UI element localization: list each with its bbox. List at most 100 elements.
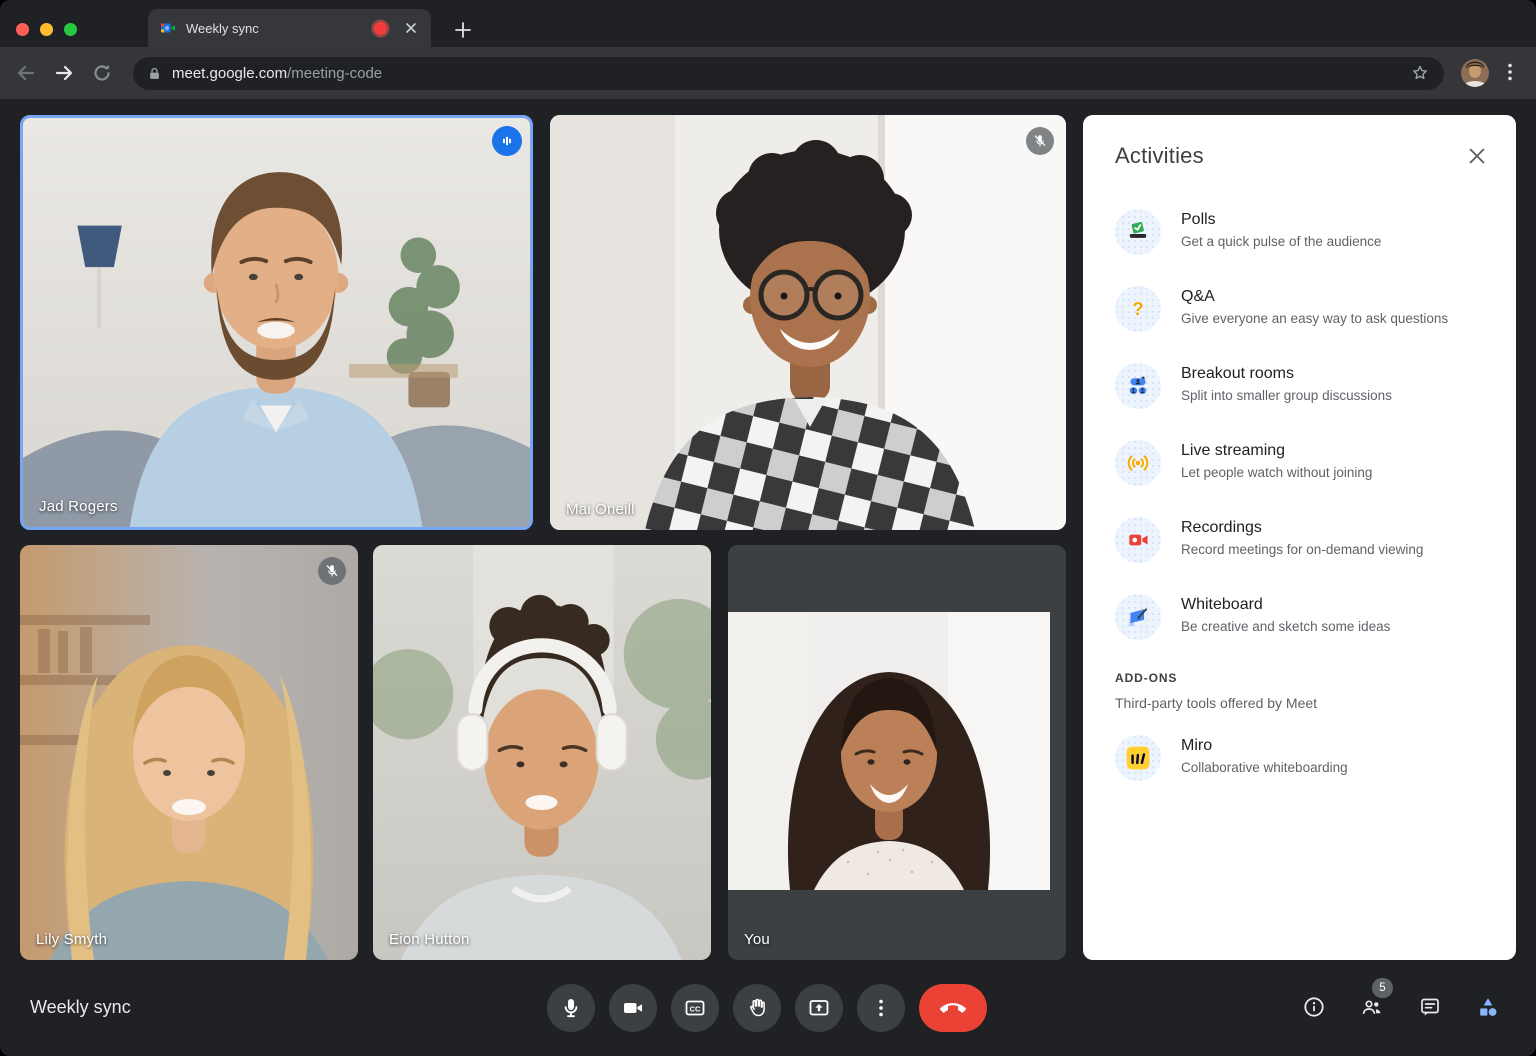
recordings-icon (1115, 517, 1161, 563)
url-text: meet.google.com/meeting-code (172, 65, 1410, 82)
svg-text:CC: CC (690, 1004, 701, 1013)
miro-icon (1115, 735, 1161, 781)
browser-menu-icon[interactable] (1498, 60, 1522, 84)
bookmark-star-icon[interactable] (1410, 63, 1430, 83)
activity-item-text: Whiteboard Be creative and sketch some i… (1181, 594, 1390, 640)
browser-tab[interactable]: Weekly sync (148, 9, 431, 47)
activity-item-polls[interactable]: Polls Get a quick pulse of the audience (1115, 209, 1488, 255)
tab-close-icon[interactable] (403, 20, 419, 36)
present-screen-icon (809, 1000, 829, 1016)
qa-icon: ? (1115, 286, 1161, 332)
polls-icon (1115, 209, 1161, 255)
back-icon[interactable] (14, 61, 38, 85)
tab-title: Weekly sync (186, 20, 259, 36)
window-close-button[interactable] (16, 23, 29, 36)
activity-item-text: Breakout rooms Split into smaller group … (1181, 363, 1392, 409)
participant-name: Jad Rogers (39, 498, 118, 515)
audio-level-icon (503, 136, 511, 146)
recording-indicator-dot (374, 21, 387, 35)
end-call-button[interactable] (919, 984, 987, 1032)
activity-item-breakout-rooms[interactable]: Breakout rooms Split into smaller group … (1115, 363, 1488, 409)
addon-item-subtitle: Collaborative whiteboarding (1181, 760, 1348, 775)
call-controls: CC (547, 984, 987, 1032)
address-bar[interactable]: meet.google.com/meeting-code (133, 56, 1444, 90)
window-maximize-button[interactable] (64, 23, 77, 36)
activity-item-title: Live streaming (1181, 442, 1286, 459)
addons-list: Miro Collaborative whiteboarding (1115, 735, 1488, 781)
activity-item-subtitle: Record meetings for on-demand viewing (1181, 542, 1424, 557)
mai-oneill-video (550, 115, 1066, 530)
self-video (728, 612, 1050, 890)
video-tile-eion-hutton[interactable]: Eion Hutton (373, 545, 711, 960)
google-meet-favicon (161, 23, 175, 33)
activity-item-text: Recordings Record meetings for on-demand… (1181, 517, 1423, 563)
captions-icon: CC (685, 1000, 705, 1016)
activities-button-icon[interactable] (1476, 995, 1500, 1019)
participants-icon (1362, 1000, 1381, 1015)
activity-item-subtitle: Give everyone an easy way to ask questio… (1181, 311, 1449, 326)
participant-name: Lily Smyth (36, 931, 108, 948)
more-options-icon (879, 999, 883, 1017)
addon-item-title: Miro (1181, 737, 1213, 754)
activity-item-qa[interactable]: ? Q&A Give everyone an easy way to ask q… (1115, 286, 1488, 332)
activity-item-title: Recordings (1181, 519, 1262, 536)
chat-button-icon[interactable] (1418, 995, 1442, 1019)
reload-icon[interactable] (90, 61, 114, 85)
speaking-indicator (492, 126, 522, 156)
present-button[interactable] (795, 984, 843, 1032)
mic-button[interactable] (547, 984, 595, 1032)
addons-header: ADD-ONS (1115, 671, 1178, 685)
addon-item-text: Miro Collaborative whiteboarding (1181, 735, 1348, 781)
self-video-frame (728, 612, 1050, 890)
lock-icon (150, 67, 159, 79)
new-tab-button[interactable] (451, 18, 475, 42)
more-options-button[interactable] (857, 984, 905, 1032)
activities-panel: Activities Polls Get a quick pulse of th… (1083, 115, 1516, 960)
live-streaming-icon (1115, 440, 1161, 486)
camera-button[interactable] (609, 984, 657, 1032)
activity-item-text: Q&A Give everyone an easy way to ask que… (1181, 286, 1448, 332)
muted-indicator (1026, 127, 1054, 155)
url-path: /meeting-code (287, 64, 383, 82)
participant-name: Eion Hutton (389, 931, 470, 948)
mic-icon (564, 999, 578, 1018)
lily-smyth-video (20, 545, 358, 960)
participants-count-badge: 5 (1372, 978, 1393, 998)
captions-button[interactable]: CC (671, 984, 719, 1032)
activity-item-recordings[interactable]: Recordings Record meetings for on-demand… (1115, 517, 1488, 563)
activity-item-live-streaming[interactable]: Live streaming Let people watch without … (1115, 440, 1488, 486)
activities-title: Activities (1115, 143, 1204, 168)
participant-name: Mai Oneill (566, 501, 635, 518)
participants-button[interactable]: 5 (1360, 978, 1393, 1019)
activity-item-subtitle: Get a quick pulse of the audience (1181, 234, 1382, 249)
whiteboard-icon (1115, 594, 1161, 640)
mic-off-icon (326, 565, 338, 577)
activity-item-whiteboard[interactable]: Whiteboard Be creative and sketch some i… (1115, 594, 1488, 640)
video-tile-lily-smyth[interactable]: Lily Smyth (20, 545, 358, 960)
video-tile-mai-oneill[interactable]: Mai Oneill (550, 115, 1066, 530)
video-tile-jad-rogers[interactable]: Jad Rogers (20, 115, 533, 530)
addon-item-miro[interactable]: Miro Collaborative whiteboarding (1115, 735, 1488, 781)
raise-hand-icon (750, 998, 765, 1017)
window-minimize-button[interactable] (40, 23, 53, 36)
activity-item-subtitle: Split into smaller group discussions (1181, 388, 1392, 403)
activity-item-text: Live streaming Let people watch without … (1181, 440, 1372, 486)
breakout-rooms-icon (1115, 363, 1161, 409)
activity-item-subtitle: Let people watch without joining (1181, 465, 1373, 480)
panel-close-icon[interactable] (1466, 145, 1488, 167)
activity-item-title: Breakout rooms (1181, 365, 1294, 382)
meeting-title: Weekly sync (30, 997, 131, 1017)
activities-list: Polls Get a quick pulse of the audience … (1115, 209, 1488, 640)
activity-item-text: Polls Get a quick pulse of the audience (1181, 209, 1381, 255)
meeting-details-icon[interactable] (1302, 995, 1326, 1019)
activity-item-title: Polls (1181, 211, 1216, 228)
svg-text:?: ? (1132, 298, 1143, 319)
forward-icon[interactable] (52, 61, 76, 85)
browser-window: Weekly sync meet.google.com/meeting-code (0, 0, 1536, 1056)
profile-avatar[interactable] (1461, 58, 1489, 87)
eion-hutton-video (373, 545, 711, 960)
jad-rogers-video (23, 118, 530, 527)
addons-subtitle: Third-party tools offered by Meet (1115, 695, 1318, 711)
raise-hand-button[interactable] (733, 984, 781, 1032)
video-tile-you[interactable]: You (728, 545, 1066, 960)
